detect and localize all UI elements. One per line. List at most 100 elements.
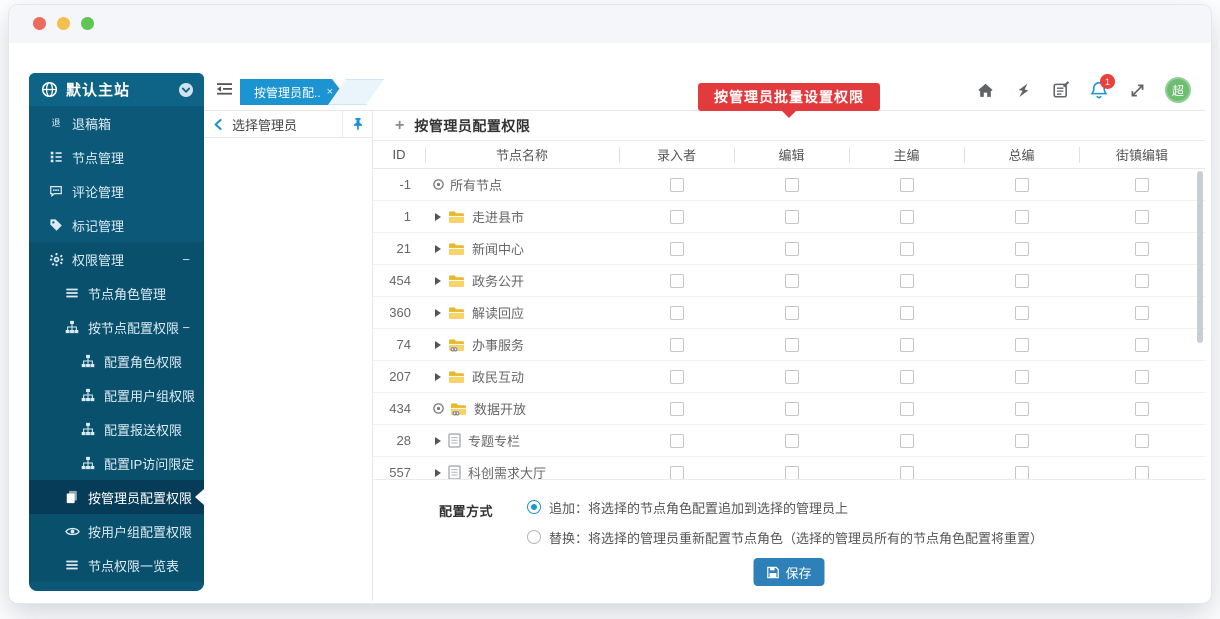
permission-checkbox[interactable] [785, 338, 799, 352]
permission-checkbox[interactable] [785, 466, 799, 480]
permission-checkbox[interactable] [670, 178, 684, 192]
sidebar-item-comment-management[interactable]: 评论管理 [29, 174, 204, 208]
expand-caret-icon[interactable] [435, 341, 441, 349]
sidebar-item-permission-by-node[interactable]: 按节点配置权限− [29, 310, 204, 344]
permission-checkbox[interactable] [670, 210, 684, 224]
collapse-indicator[interactable]: − [182, 252, 190, 267]
config-mode-option[interactable]: 替换：将选择的管理员重新配置节点角色（选择的管理员所有的节点角色配置将重置） [515, 528, 1043, 547]
config-mode-option[interactable]: 追加：将选择的节点角色配置追加到选择的管理员上 [515, 498, 1043, 517]
sidebar-item-node-permission-overview[interactable]: 节点权限一览表 [29, 548, 204, 582]
permission-checkbox[interactable] [785, 274, 799, 288]
permission-checkbox[interactable] [785, 370, 799, 384]
vertical-scrollbar[interactable] [1197, 171, 1203, 343]
permission-checkbox[interactable] [1135, 306, 1149, 320]
permission-checkbox[interactable] [1015, 338, 1029, 352]
permission-checkbox[interactable] [670, 434, 684, 448]
sitemap-icon [79, 388, 97, 402]
permission-checkbox[interactable] [1015, 370, 1029, 384]
sidebar-item-node-role-management[interactable]: 节点角色管理 [29, 276, 204, 310]
permission-checkbox[interactable] [1135, 434, 1149, 448]
permission-checkbox[interactable] [785, 434, 799, 448]
permission-checkbox[interactable] [900, 210, 914, 224]
sidebar-item-tag-management[interactable]: 标记管理 [29, 208, 204, 242]
permission-checkbox[interactable] [1135, 178, 1149, 192]
permission-checkbox[interactable] [900, 402, 914, 416]
home-icon[interactable] [975, 80, 995, 100]
sidebar-item-permission-management[interactable]: 权限管理− [29, 242, 204, 276]
expand-caret-icon[interactable] [435, 437, 441, 445]
zoom-window-button[interactable] [81, 17, 94, 30]
sidebar-item-label: 退稿箱 [72, 114, 111, 133]
sidebar-item-configure-usergroup-permission[interactable]: 配置用户组权限 [29, 378, 204, 412]
sidebar-toggle-icon[interactable] [216, 81, 233, 97]
collapse-panel-chevron-icon[interactable] [204, 118, 232, 131]
expand-caret-icon[interactable] [435, 277, 441, 285]
permission-checkbox[interactable] [1135, 274, 1149, 288]
permission-checkbox[interactable] [1135, 402, 1149, 416]
permission-checkbox[interactable] [1135, 242, 1149, 256]
permission-checkbox[interactable] [670, 402, 684, 416]
expand-caret-icon[interactable] [435, 309, 441, 317]
sidebar-item-reject-box[interactable]: 退退稿箱 [29, 106, 204, 140]
permission-checkbox[interactable] [900, 466, 914, 480]
radio-button[interactable] [527, 500, 541, 514]
lightning-icon[interactable] [1013, 80, 1033, 100]
permission-checkbox[interactable] [1015, 402, 1029, 416]
expand-caret-icon[interactable] [435, 373, 441, 381]
permission-checkbox[interactable] [1015, 178, 1029, 192]
collapse-indicator[interactable]: − [182, 320, 190, 335]
permission-checkbox[interactable] [1015, 434, 1029, 448]
permission-checkbox[interactable] [900, 306, 914, 320]
permission-checkbox[interactable] [785, 242, 799, 256]
permission-checkbox[interactable] [1135, 210, 1149, 224]
permission-checkbox[interactable] [1015, 466, 1029, 480]
config-options: 追加：将选择的节点角色配置追加到选择的管理员上替换：将选择的管理员重新配置节点角… [515, 498, 1043, 558]
fullscreen-icon[interactable] [1127, 80, 1147, 100]
permission-checkbox[interactable] [670, 466, 684, 480]
sidebar-item-configure-ip-restriction[interactable]: 配置IP访问限定 [29, 446, 204, 480]
sidebar-item-configure-submit-permission[interactable]: 配置报送权限 [29, 412, 204, 446]
sidebar-item-permission-by-admin[interactable]: 按管理员配置权限 [29, 480, 204, 514]
permission-checkbox[interactable] [900, 434, 914, 448]
permission-checkbox[interactable] [1015, 274, 1029, 288]
permission-checkbox[interactable] [1135, 466, 1149, 480]
radio-button[interactable] [527, 530, 541, 544]
permission-checkbox[interactable] [670, 370, 684, 384]
permission-checkbox[interactable] [785, 306, 799, 320]
permission-checkbox[interactable] [1135, 338, 1149, 352]
permission-checkbox[interactable] [1015, 306, 1029, 320]
save-button[interactable]: 保存 [753, 558, 824, 586]
expand-caret-icon[interactable] [435, 213, 441, 221]
close-window-button[interactable] [33, 17, 46, 30]
permission-checkbox[interactable] [670, 274, 684, 288]
expand-caret-icon[interactable] [435, 245, 441, 253]
sidebar-item-configure-role-permission[interactable]: 配置角色权限 [29, 344, 204, 378]
permission-checkbox[interactable] [785, 402, 799, 416]
permission-checkbox[interactable] [670, 338, 684, 352]
sidebar-item-node-management[interactable]: 节点管理 [29, 140, 204, 174]
permission-checkbox[interactable] [900, 242, 914, 256]
tab-close-icon[interactable]: × [327, 86, 333, 98]
permission-checkbox[interactable] [900, 178, 914, 192]
permission-checkbox[interactable] [900, 338, 914, 352]
permission-checkbox[interactable] [900, 274, 914, 288]
permission-checkbox[interactable] [1135, 370, 1149, 384]
user-avatar[interactable]: 超 [1165, 77, 1191, 103]
permission-checkbox[interactable] [900, 370, 914, 384]
permission-checkbox[interactable] [1015, 210, 1029, 224]
permission-checkbox[interactable] [785, 210, 799, 224]
sidebar-item-label: 节点管理 [72, 148, 124, 167]
site-switcher[interactable]: 默认主站 [29, 73, 204, 106]
node-name: 新闻中心 [472, 239, 524, 258]
permission-checkbox[interactable] [670, 242, 684, 256]
expand-caret-icon[interactable] [435, 469, 441, 477]
sidebar-item-permission-by-usergroup[interactable]: 按用户组配置权限 [29, 514, 204, 548]
pin-icon[interactable] [342, 111, 372, 137]
minimize-window-button[interactable] [57, 17, 70, 30]
notifications-bell-icon[interactable]: 1 [1089, 80, 1109, 100]
permission-checkbox[interactable] [1015, 242, 1029, 256]
chevron-down-icon[interactable] [178, 82, 194, 98]
permission-checkbox[interactable] [785, 178, 799, 192]
permission-checkbox[interactable] [670, 306, 684, 320]
memo-icon[interactable] [1051, 80, 1071, 100]
